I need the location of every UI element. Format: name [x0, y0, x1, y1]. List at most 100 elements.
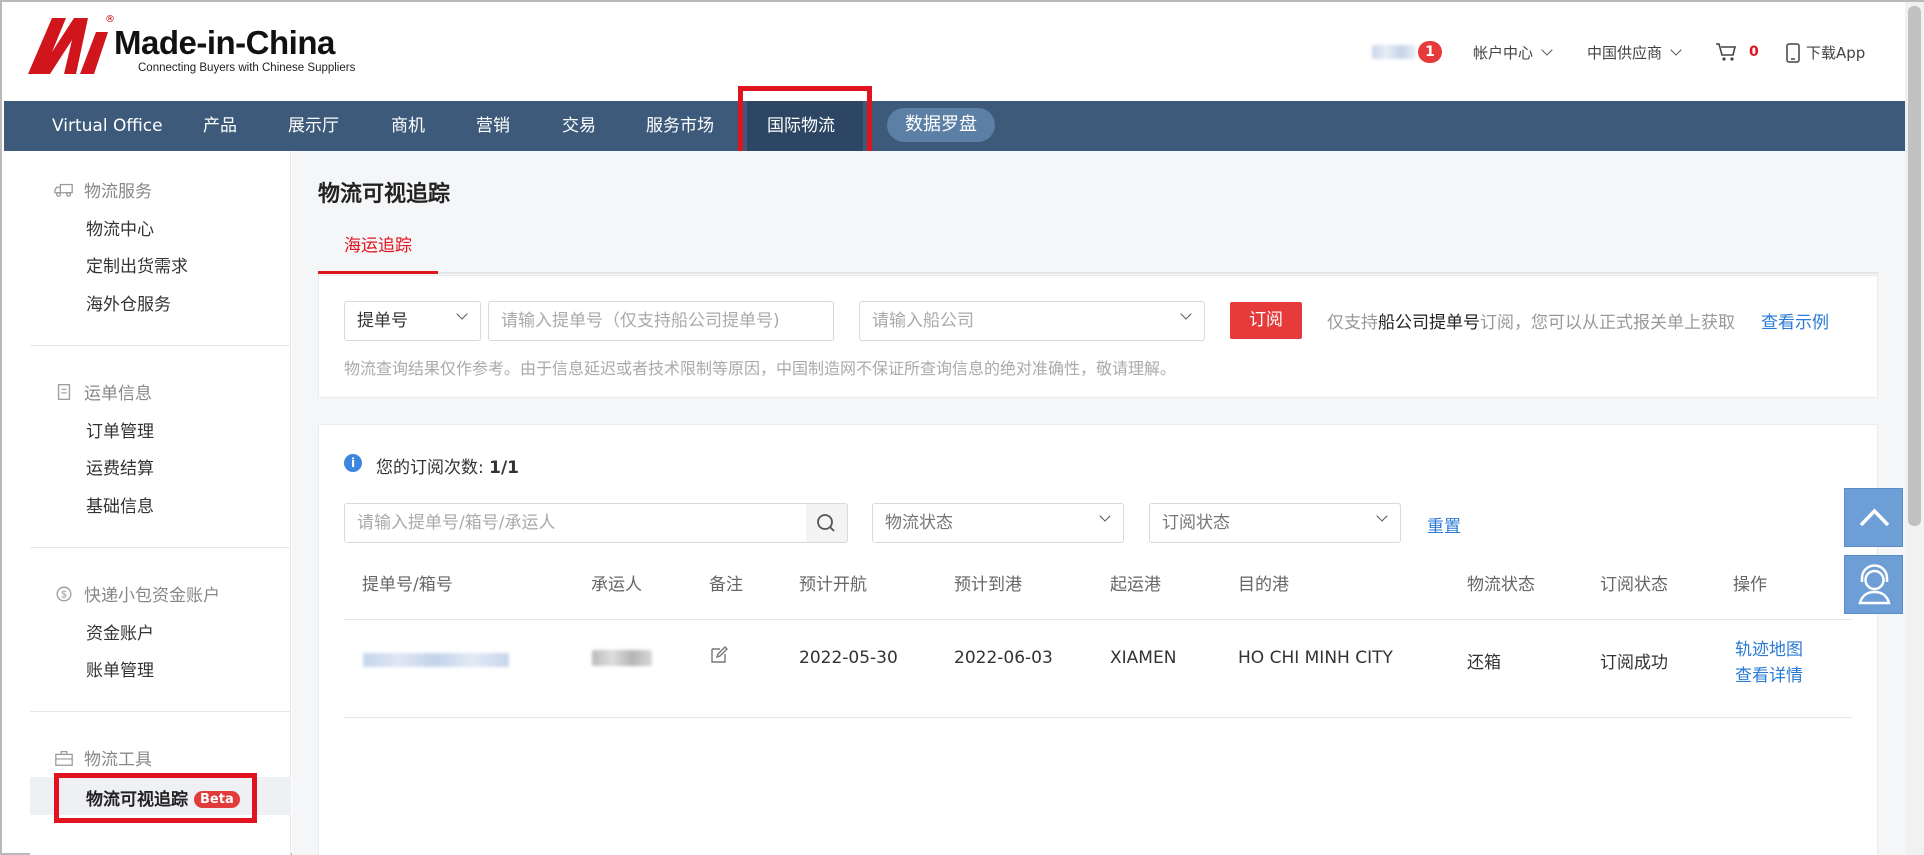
search-icon — [817, 514, 835, 532]
logistics-status-value: 物流状态 — [885, 513, 953, 533]
col-header-bl: 提单号/箱号 — [362, 575, 453, 595]
bl-number-placeholder: 请输入提单号（仅支持船公司提单号) — [501, 311, 780, 331]
nav-showroom[interactable]: 展示厅 — [288, 101, 339, 151]
info-icon: i — [344, 454, 362, 472]
search-input[interactable]: 请输入提单号/箱号/承运人 — [344, 503, 807, 543]
table-row-divider — [344, 717, 1852, 718]
sidebar-item-order-management[interactable]: 订单管理 — [86, 417, 154, 442]
col-header-etd: 预计开航 — [799, 575, 867, 595]
col-header-actions: 操作 — [1733, 575, 1767, 595]
scrollbar-thumb[interactable] — [1908, 6, 1921, 526]
chevron-down-icon — [456, 308, 468, 320]
logistics-status-select[interactable]: 物流状态 — [872, 503, 1124, 543]
sidebar-divider — [30, 345, 291, 346]
site-logo[interactable]: ® Made-in-China Connecting Buyers with C… — [28, 14, 358, 76]
sidebar-item-logistics-center[interactable]: 物流中心 — [86, 215, 154, 240]
headset-icon — [1858, 564, 1891, 605]
carrier-name-blurred — [592, 650, 652, 666]
sidebar-item-freight-settlement[interactable]: 运费结算 — [86, 454, 154, 479]
sidebar-section-waybill: 运单信息 — [54, 379, 152, 404]
svg-text:$: $ — [61, 589, 67, 600]
china-supplier-menu[interactable]: 中国供应商 — [1587, 42, 1682, 63]
nav-opportunities[interactable]: 商机 — [391, 101, 425, 151]
sidebar-section-title: 物流工具 — [84, 750, 152, 770]
cell-pol: XIAMEN — [1110, 648, 1177, 668]
sidebar-section-logistics-tools: 物流工具 — [54, 745, 152, 770]
carrier-select[interactable]: 请输入船公司 — [859, 301, 1205, 341]
sidebar-divider — [30, 711, 291, 712]
subscribe-hint: 仅支持船公司提单号订阅，您可以从正式报关单上获取 — [1327, 308, 1735, 333]
track-map-link[interactable]: 轨迹地图 — [1735, 635, 1803, 660]
username-blurred[interactable] — [1372, 45, 1416, 59]
hint-suffix: 订阅，您可以从正式报关单上获取 — [1480, 313, 1735, 333]
sidebar-divider — [30, 547, 291, 548]
cart-icon — [1716, 43, 1737, 61]
hint-prefix: 仅支持 — [1327, 313, 1378, 333]
chevron-up-icon — [1859, 508, 1890, 527]
toolbox-icon — [55, 750, 73, 766]
bl-number-input[interactable]: 请输入提单号（仅支持船公司提单号) — [488, 301, 834, 341]
dollar-icon: $ — [56, 586, 72, 601]
view-example-link[interactable]: 查看示例 — [1761, 308, 1829, 333]
cell-pod: HO CHI MINH CITY — [1238, 648, 1393, 668]
back-to-top-button[interactable] — [1844, 488, 1903, 547]
sidebar-item-basic-info[interactable]: 基础信息 — [86, 492, 154, 517]
cell-eta: 2022-06-03 — [954, 648, 1053, 668]
customer-service-button[interactable] — [1844, 555, 1903, 614]
tab-bar — [318, 222, 1878, 274]
search-button[interactable] — [806, 503, 848, 543]
col-header-carrier: 承运人 — [591, 575, 642, 595]
cart-count: 0 — [1749, 44, 1759, 60]
nav-service-market[interactable]: 服务市场 — [646, 101, 714, 151]
logo-tagline: Connecting Buyers with Chinese Suppliers — [138, 62, 356, 74]
sidebar-item-overseas-warehouse[interactable]: 海外仓服务 — [86, 290, 171, 315]
col-header-logistics-status: 物流状态 — [1467, 575, 1535, 595]
reset-link[interactable]: 重置 — [1427, 512, 1461, 537]
chevron-down-icon — [1670, 44, 1682, 56]
nav-trade[interactable]: 交易 — [562, 101, 596, 151]
sidebar-item-custom-shipment[interactable]: 定制出货需求 — [86, 252, 188, 277]
subscribe-status-select[interactable]: 订阅状态 — [1149, 503, 1401, 543]
disclaimer-text: 物流查询结果仅作参考。由于信息延迟或者技术限制等原因，中国制造网不保证所查询信息… — [344, 359, 1177, 378]
chevron-down-icon — [1376, 510, 1388, 522]
nav-products[interactable]: 产品 — [203, 101, 237, 151]
sidebar-section-title: 物流服务 — [84, 182, 152, 202]
col-header-subscribe-status: 订阅状态 — [1600, 575, 1668, 595]
account-center-label: 帐户中心 — [1473, 44, 1534, 62]
sidebar-item-fund-account[interactable]: 资金账户 — [86, 619, 154, 644]
tab-ocean-tracking[interactable]: 海运追踪 — [318, 222, 438, 274]
cell-etd: 2022-05-30 — [799, 648, 898, 668]
nav-virtual-office[interactable]: Virtual Office — [52, 101, 163, 151]
search-placeholder: 请输入提单号/箱号/承运人 — [357, 513, 556, 533]
logo-name: Made-in-China — [114, 24, 335, 61]
sidebar-item-bill-management[interactable]: 账单管理 — [86, 656, 154, 681]
sidebar-section-title: 快递小包资金账户 — [84, 586, 220, 606]
sidebar-section-express-account: $ 快递小包资金账户 — [54, 581, 220, 606]
tracking-type-value: 提单号 — [357, 311, 408, 331]
col-header-pol: 起运港 — [1110, 575, 1161, 595]
download-app-link[interactable]: 下载App — [1786, 42, 1865, 63]
message-count-badge[interactable]: 1 — [1418, 41, 1442, 63]
edit-remark-icon[interactable] — [709, 645, 729, 665]
phone-icon — [1786, 42, 1800, 63]
cell-logistics-status: 还箱 — [1467, 653, 1501, 673]
sidebar-active-outline — [54, 773, 257, 823]
chevron-down-icon — [1180, 308, 1192, 320]
logo-mark-icon — [28, 18, 108, 74]
col-header-eta: 预计到港 — [954, 575, 1022, 595]
sidebar-section-title: 运单信息 — [84, 384, 152, 404]
cell-subscribe-status: 订阅成功 — [1600, 653, 1668, 673]
subscribe-button[interactable]: 订阅 — [1230, 302, 1302, 339]
nav-data-compass[interactable]: 数据罗盘 — [887, 108, 995, 142]
bl-number-link-blurred[interactable] — [363, 653, 509, 667]
china-supplier-label: 中国供应商 — [1587, 44, 1663, 62]
account-center-menu[interactable]: 帐户中心 — [1473, 42, 1553, 63]
col-header-remark: 备注 — [709, 575, 743, 595]
subscribe-status-value: 订阅状态 — [1162, 513, 1230, 533]
nav-marketing[interactable]: 营销 — [476, 101, 510, 151]
subscription-count-value: 1/1 — [489, 458, 520, 478]
view-details-link[interactable]: 查看详情 — [1735, 661, 1803, 686]
cart-link[interactable]: 0 — [1715, 42, 1759, 62]
chevron-down-icon — [1541, 44, 1553, 56]
tracking-type-select[interactable]: 提单号 — [344, 301, 481, 341]
